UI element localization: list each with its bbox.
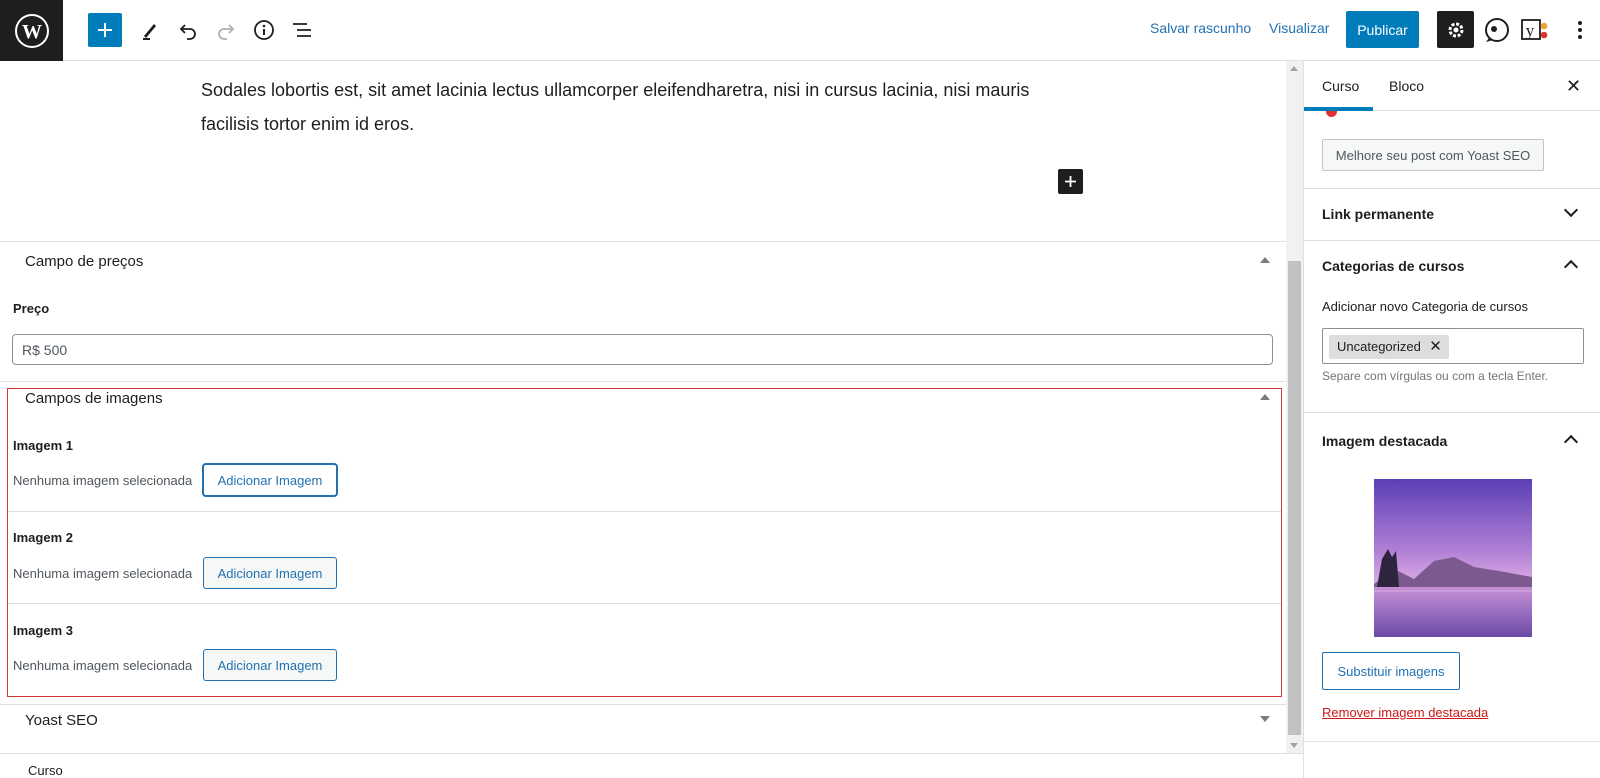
editor-scrollbar[interactable] <box>1286 61 1303 753</box>
publish-button[interactable]: Publicar <box>1346 11 1419 48</box>
preview-button[interactable]: Visualizar <box>1269 20 1329 36</box>
scrollbar-thumb[interactable] <box>1288 261 1301 735</box>
editor-canvas: Sodales lobortis est, sit amet lacinia l… <box>0 61 1286 753</box>
add-image-3-button[interactable]: Adicionar Imagem <box>203 649 337 681</box>
images-metabox-highlight <box>7 388 1282 697</box>
image-2-label: Imagem 2 <box>13 530 73 545</box>
undo-icon <box>179 24 196 40</box>
remove-token-icon[interactable]: ✕ <box>1429 335 1442 359</box>
permalink-panel-title[interactable]: Link permanente <box>1322 206 1434 222</box>
price-metabox-title[interactable]: Campo de preços <box>25 253 143 270</box>
active-tab-indicator <box>1304 107 1373 111</box>
category-token-label: Uncategorized <box>1337 339 1421 354</box>
yoast-improve-button[interactable]: Melhore seu post com Yoast SEO <box>1322 139 1544 171</box>
plugin-button[interactable] <box>1480 13 1514 47</box>
expand-arrow-icon[interactable] <box>1260 716 1270 722</box>
categories-help-text: Separe com vírgulas ou com a tecla Enter… <box>1322 369 1549 383</box>
undo-button[interactable] <box>171 13 205 47</box>
gear-icon <box>1448 22 1463 37</box>
close-icon[interactable]: ✕ <box>1566 76 1581 97</box>
seo-score-dot-icon <box>1326 111 1337 117</box>
divider <box>1304 412 1600 413</box>
redo-button[interactable] <box>209 13 243 47</box>
add-block-button[interactable] <box>88 13 122 47</box>
replace-image-button[interactable]: Substituir imagens <box>1322 652 1460 690</box>
list-view-button[interactable] <box>285 13 319 47</box>
yoast-metabox-title[interactable]: Yoast SEO <box>25 712 98 729</box>
breadcrumb-item[interactable]: Curso <box>28 763 63 778</box>
categories-token-field[interactable]: Uncategorized ✕ <box>1322 328 1584 364</box>
collapse-arrow-icon[interactable] <box>1260 394 1270 400</box>
yoast-button[interactable]: y <box>1518 13 1552 47</box>
divider <box>0 704 1286 705</box>
divider <box>8 603 1281 604</box>
add-image-1-button[interactable]: Adicionar Imagem <box>203 464 337 496</box>
image-1-label: Imagem 1 <box>13 438 73 453</box>
block-breadcrumb-bar: Curso <box>0 753 1303 778</box>
more-options-button[interactable] <box>1565 13 1595 47</box>
chevron-up-icon[interactable] <box>1563 259 1579 275</box>
image-3-status: Nenhuma imagem selecionada <box>13 658 193 673</box>
image-3-label: Imagem 3 <box>13 623 73 638</box>
plus-icon <box>98 23 112 37</box>
chevron-up-icon[interactable] <box>1563 434 1579 450</box>
scroll-up-icon[interactable] <box>1290 66 1298 71</box>
category-token: Uncategorized ✕ <box>1329 335 1449 359</box>
wordpress-logo-icon[interactable]: W <box>0 0 63 61</box>
settings-button[interactable] <box>1437 11 1474 48</box>
collapse-arrow-icon[interactable] <box>1260 257 1270 263</box>
settings-sidebar: Curso Bloco ✕ Melhore seu post com Yoast… <box>1303 61 1600 778</box>
divider <box>1304 240 1600 241</box>
vertical-ellipsis-icon <box>1578 21 1582 39</box>
paragraph-block[interactable]: Sodales lobortis est, sit amet lacinia l… <box>201 73 1081 141</box>
scroll-down-icon[interactable] <box>1290 743 1298 748</box>
price-input[interactable]: R$ 500 <box>12 334 1273 365</box>
images-metabox-title[interactable]: Campos de imagens <box>25 390 163 407</box>
save-draft-button[interactable]: Salvar rascunho <box>1150 20 1251 36</box>
list-view-icon <box>293 23 311 37</box>
add-image-2-button[interactable]: Adicionar Imagem <box>203 557 337 589</box>
yoast-icon: y <box>1521 19 1548 40</box>
image-1-status: Nenhuma imagem selecionada <box>13 473 193 488</box>
svg-text:y: y <box>1526 21 1535 40</box>
block-inserter-button[interactable] <box>1058 169 1083 194</box>
svg-text:W: W <box>22 21 42 43</box>
tab-curso[interactable]: Curso <box>1322 78 1359 94</box>
chat-bubble-icon <box>1485 18 1509 42</box>
divider <box>0 241 1286 242</box>
featured-image-panel-title[interactable]: Imagem destacada <box>1322 433 1447 449</box>
divider <box>1304 188 1600 189</box>
categories-add-label: Adicionar novo Categoria de cursos <box>1322 299 1528 314</box>
info-icon <box>254 20 274 40</box>
details-button[interactable] <box>247 13 281 47</box>
redo-icon <box>218 24 235 40</box>
pencil-icon <box>143 24 156 40</box>
divider <box>8 511 1281 512</box>
image-2-status: Nenhuma imagem selecionada <box>13 566 193 581</box>
sidebar-tabs: Curso Bloco ✕ <box>1304 61 1600 111</box>
edit-tools-button[interactable] <box>133 13 167 47</box>
editor-header: W Salvar rascunho Visualizar Publicar y <box>0 0 1600 61</box>
plus-icon <box>1065 176 1076 187</box>
featured-image-thumbnail[interactable] <box>1374 479 1532 637</box>
divider <box>1304 741 1600 742</box>
price-label: Preço <box>13 301 50 316</box>
divider <box>0 381 1286 382</box>
tab-bloco[interactable]: Bloco <box>1389 78 1424 94</box>
chevron-down-icon[interactable] <box>1563 202 1579 218</box>
categories-panel-title[interactable]: Categorias de cursos <box>1322 258 1464 274</box>
remove-featured-image-link[interactable]: Remover imagem destacada <box>1322 705 1488 720</box>
